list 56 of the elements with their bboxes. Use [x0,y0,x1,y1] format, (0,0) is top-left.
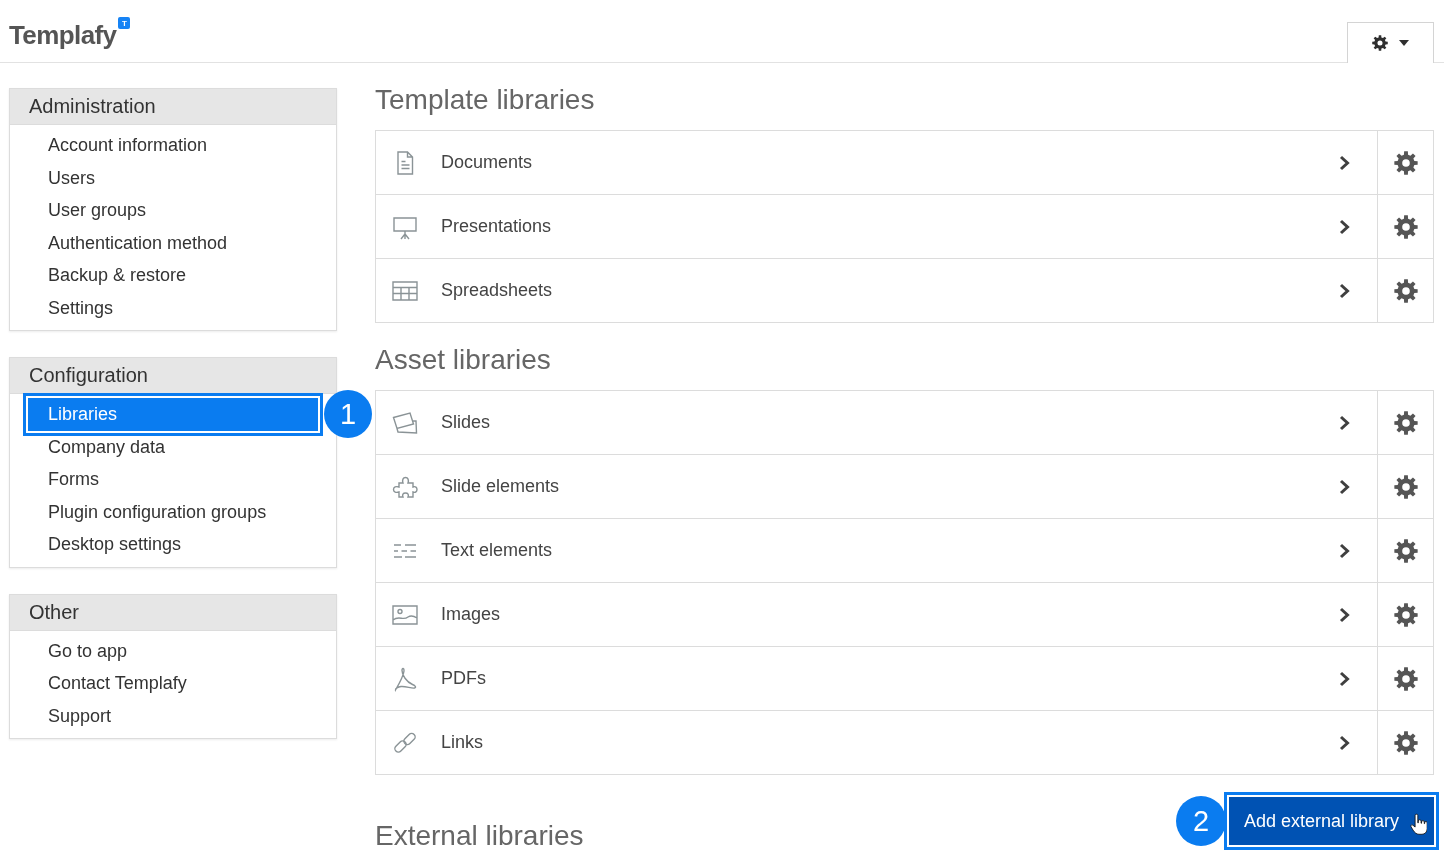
library-link[interactable]: Links [376,711,1377,774]
caret-icon [1399,40,1409,46]
chevron-right-icon [1339,734,1350,751]
chevron-right-icon [1339,218,1350,235]
library-link[interactable]: Text elements [376,519,1377,582]
logo-badge: T [118,17,131,29]
sidebar-item[interactable]: Go to app [28,634,318,667]
sidebar-item[interactable]: Settings [28,291,318,324]
chevron-right-icon [1339,154,1350,171]
hand-cursor-icon [1410,813,1427,836]
settings-dropdown-button[interactable] [1347,22,1434,63]
sidebar-item[interactable]: Forms [28,463,318,496]
settings-icon [1393,150,1418,175]
sidebar-item[interactable]: Plugin configuration groups [28,495,318,528]
sidebar-item[interactable]: Support [28,699,318,732]
sidebar-item[interactable]: Backup & restore [28,259,318,292]
sidebar-section-header: Other [10,594,336,631]
chevron-right-icon [1339,414,1350,431]
chevron-right-icon [1339,606,1350,623]
sidebar-item[interactable]: Contact Templafy [28,667,318,700]
settings-icon [1393,538,1418,563]
chevron-right-icon [1339,670,1350,687]
sidebar-item[interactable]: Libraries [28,398,318,431]
settings-icon [1393,214,1418,239]
step-badge: 1 [324,390,372,439]
chevron-right-icon [1339,542,1350,559]
sidebar-item[interactable]: Company data [28,430,318,463]
chevron-right-icon [1339,478,1350,495]
library-link[interactable]: Presentations [376,195,1377,258]
library-link[interactable]: Images [376,583,1377,646]
section-heading: Asset libraries [375,343,552,377]
settings-icon [1393,730,1418,755]
section-heading: Template libraries [375,83,596,117]
settings-icon [1372,35,1388,51]
settings-icon [1393,474,1418,499]
logo-wordmark: Templafy [9,19,117,51]
chevron-right-icon [1339,282,1350,299]
sidebar-item[interactable]: Users [28,161,318,194]
library-link[interactable]: PDFs [376,647,1377,710]
library-link[interactable]: Spreadsheets [376,259,1377,322]
library-link[interactable]: Documents [376,131,1377,194]
sidebar-item[interactable]: Account information [28,129,318,162]
settings-icon [1393,666,1418,691]
sidebar-item[interactable]: User groups [28,194,318,227]
sidebar-item[interactable]: Authentication method [28,226,318,259]
settings-icon [1393,410,1418,435]
settings-icon [1393,602,1418,627]
section-heading: External libraries [375,819,584,853]
library-link[interactable]: Slides [376,391,1377,454]
sidebar-section-header: Configuration [10,358,336,394]
sidebar-section-header: Administration [10,89,336,125]
sidebar-item[interactable]: Desktop settings [28,528,318,561]
library-link[interactable]: Slide elements [376,455,1377,518]
add-library-button[interactable]: Add external library [1229,797,1434,845]
settings-icon [1393,278,1418,303]
step-badge: 2 [1176,796,1226,846]
